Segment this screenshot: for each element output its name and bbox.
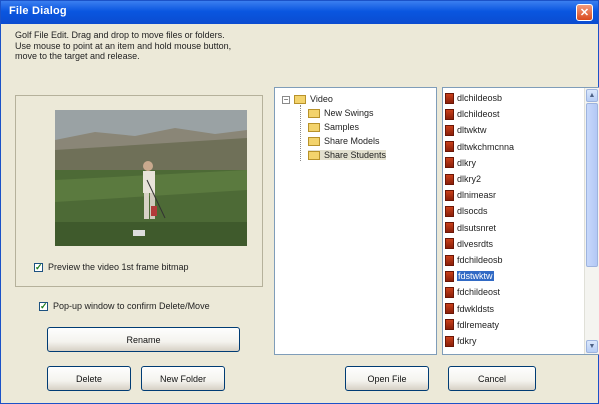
rename-button-label: Rename xyxy=(126,334,161,345)
file-list-item-label: dltwkchmcnna xyxy=(457,141,515,152)
file-list-item-label: dlkry xyxy=(457,157,477,168)
file-list-item-label: fdstwktw xyxy=(457,271,494,282)
tree-item-new-swings[interactable]: New Swings xyxy=(308,108,374,118)
tree-item-video[interactable]: Video xyxy=(294,94,333,104)
file-list-item[interactable]: fdkry xyxy=(445,335,477,347)
file-list-item[interactable]: fdchildeosb xyxy=(445,254,503,266)
preview-checkbox-label: Preview the video 1st frame bitmap xyxy=(48,262,189,272)
tree-item-label: New Swings xyxy=(324,108,374,118)
rename-button[interactable]: Rename xyxy=(47,327,240,352)
file-list-item-label: fdkry xyxy=(457,336,477,346)
file-list-item-label: dlchildeosb xyxy=(457,93,503,103)
video-file-icon xyxy=(445,254,454,266)
video-file-icon xyxy=(445,238,454,250)
file-list-item[interactable]: fdchildeost xyxy=(445,286,500,298)
file-list-item-label: fdchildeost xyxy=(457,287,501,298)
file-list-item-label: dlvesrdts xyxy=(457,238,494,249)
golfer-preview-image xyxy=(55,110,247,246)
new-folder-button-label: New Folder xyxy=(159,373,206,384)
file-list-item[interactable]: fdlremeaty xyxy=(445,319,499,331)
file-list-item[interactable]: dlsocds xyxy=(445,205,488,217)
video-file-icon xyxy=(445,108,454,120)
video-file-icon xyxy=(445,270,454,282)
file-list-item[interactable]: dltwktw xyxy=(445,124,487,136)
scroll-up-arrow-icon[interactable]: ▲ xyxy=(586,89,598,102)
video-file-icon xyxy=(445,141,454,153)
file-list-item[interactable]: dlvesrdts xyxy=(445,238,493,250)
title-bar[interactable]: File Dialog ✕ xyxy=(1,1,598,24)
scroll-down-arrow-icon[interactable]: ▼ xyxy=(586,340,598,353)
video-file-icon xyxy=(445,303,454,315)
tree-item-share-models[interactable]: Share Models xyxy=(308,136,380,146)
file-list-item-label: fdlremeaty xyxy=(457,319,500,330)
tree-item-label: Video xyxy=(310,94,333,104)
collapse-toggle[interactable]: − xyxy=(282,96,290,104)
tree-item-share-students[interactable]: Share Students xyxy=(308,150,387,160)
file-list-item-label: fdwkldsts xyxy=(457,303,495,314)
instruction-line: Golf File Edit. Drag and drop to move fi… xyxy=(15,30,225,40)
file-list-item[interactable]: dlchildeosb xyxy=(445,92,502,104)
vertical-scrollbar[interactable]: ▲ ▼ xyxy=(584,88,599,354)
open-file-button[interactable]: Open File xyxy=(345,366,429,391)
video-preview-image xyxy=(55,110,247,246)
delete-button[interactable]: Delete xyxy=(47,366,131,391)
delete-button-label: Delete xyxy=(75,373,102,384)
tree-item-label: Share Students xyxy=(324,150,387,160)
file-list-item-label: dlsocds xyxy=(457,206,488,217)
open-file-button-label: Open File xyxy=(367,373,407,384)
tree-item-label: Samples xyxy=(324,122,360,132)
close-button[interactable]: ✕ xyxy=(576,4,593,21)
tree-item-label: Share Models xyxy=(324,136,380,146)
video-file-icon xyxy=(445,335,454,347)
file-list-item-label: dlchildeost xyxy=(457,109,500,120)
open-folder-icon xyxy=(308,150,320,160)
folder-icon xyxy=(294,94,306,104)
preview-group: ✓ Preview the video 1st frame bitmap xyxy=(15,95,263,287)
tree-connector xyxy=(300,105,301,161)
file-list-item[interactable]: fdwkldsts xyxy=(445,303,494,315)
video-file-icon xyxy=(445,222,454,234)
file-list[interactable]: dlchildeosb dlchildeost dltwktw dltwkchmcnn… xyxy=(442,87,599,355)
file-list-item[interactable]: dlchildeost xyxy=(445,108,500,120)
window-title: File Dialog xyxy=(9,5,67,17)
video-file-icon xyxy=(445,189,454,201)
file-list-item-label: dlnimeasr xyxy=(457,190,497,201)
folder-icon xyxy=(308,122,320,132)
file-list-item[interactable]: dltwkchmcnna xyxy=(445,141,514,153)
preview-checkbox[interactable]: ✓ xyxy=(34,263,43,272)
file-list-item-label: dltwktw xyxy=(457,125,487,136)
video-file-icon xyxy=(445,286,454,298)
video-file-icon xyxy=(445,124,454,136)
folder-icon xyxy=(308,136,320,146)
file-list-item-label: dlkry2 xyxy=(457,174,482,184)
video-file-icon xyxy=(445,92,454,104)
file-list-item[interactable]: dlkry2 xyxy=(445,173,481,185)
file-list-item[interactable]: dlnimeasr xyxy=(445,189,496,201)
video-file-icon xyxy=(445,205,454,217)
video-file-icon xyxy=(445,319,454,331)
instructions-text: Golf File Edit. Drag and drop to move fi… xyxy=(15,30,290,62)
tree-item-samples[interactable]: Samples xyxy=(308,122,359,132)
close-icon: ✕ xyxy=(579,7,590,19)
file-list-item[interactable]: fdstwktw xyxy=(445,270,494,282)
file-list-item-label: fdchildeosb xyxy=(457,255,503,265)
scrollbar-thumb[interactable] xyxy=(586,103,598,267)
cancel-button[interactable]: Cancel xyxy=(448,366,536,391)
video-file-icon xyxy=(445,173,454,185)
file-list-item-label: dlsutsnret xyxy=(457,222,497,233)
cancel-button-label: Cancel xyxy=(477,373,506,384)
new-folder-button[interactable]: New Folder xyxy=(141,366,225,391)
file-dialog-window: File Dialog ✕ Golf File Edit. Drag and d… xyxy=(0,0,599,404)
file-list-item[interactable]: dlsutsnret xyxy=(445,222,496,234)
instruction-line: move to the target and release. xyxy=(15,51,140,61)
instruction-line: Use mouse to point at an item and hold m… xyxy=(15,40,232,51)
file-list-item[interactable]: dlkry xyxy=(445,157,476,169)
folder-icon xyxy=(308,108,320,118)
folder-tree[interactable]: − Video New Swings Samples Share Models … xyxy=(274,87,437,355)
popup-confirm-checkbox[interactable]: ✓ xyxy=(39,302,48,311)
video-file-icon xyxy=(445,157,454,169)
popup-confirm-checkbox-label: Pop-up window to confirm Delete/Move xyxy=(53,301,210,311)
